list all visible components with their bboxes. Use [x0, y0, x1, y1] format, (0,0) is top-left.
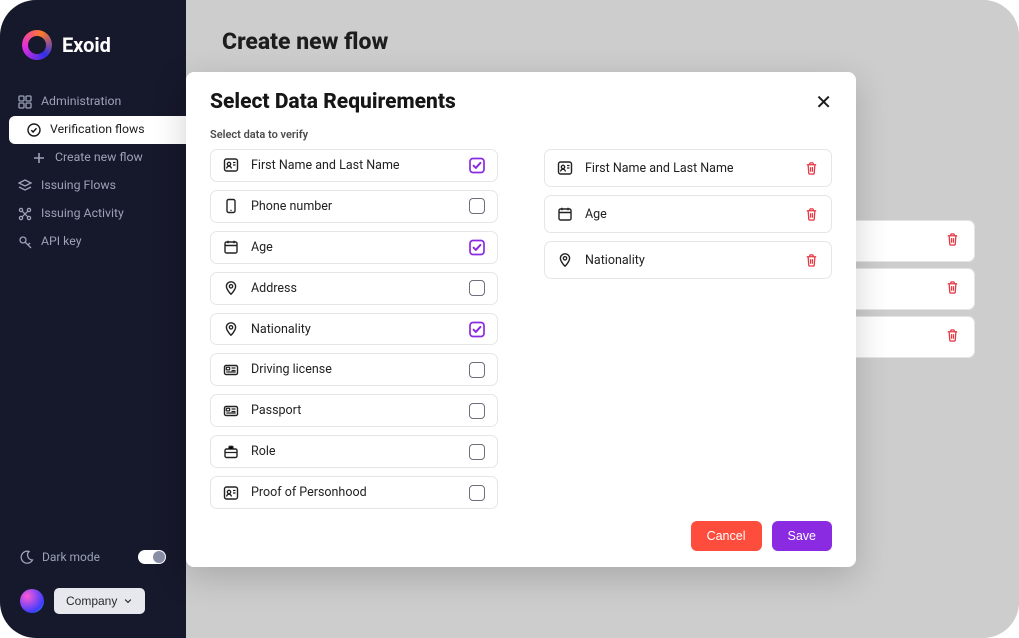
moon-icon: [20, 550, 34, 564]
brand: Exoid: [0, 30, 186, 88]
available-item-label: Phone number: [251, 199, 457, 214]
trash-icon[interactable]: [945, 280, 960, 299]
briefcase-icon: [223, 444, 239, 460]
trash-icon[interactable]: [803, 252, 819, 268]
modal-subtitle: Select data to verify: [210, 128, 832, 141]
dark-mode-toggle[interactable]: [138, 550, 166, 564]
available-item-label: Address: [251, 281, 457, 296]
company-label: Company: [66, 594, 117, 608]
checkbox-unchecked[interactable]: [469, 403, 485, 419]
sidebar-nav: Administration Verification flows Create…: [0, 88, 186, 256]
grid-icon: [18, 95, 32, 109]
page-title: Create new flow: [222, 28, 983, 55]
modal-header: Select Data Requirements ✕: [210, 90, 832, 114]
selected-item: Nationality: [544, 241, 832, 279]
logo-icon: [22, 30, 52, 60]
sidebar-item-label: Administration: [41, 95, 121, 109]
available-item[interactable]: Proof of Personhood: [210, 476, 498, 509]
select-data-requirements-modal: Select Data Requirements ✕ Select data t…: [186, 72, 856, 567]
available-item[interactable]: First Name and Last Name: [210, 149, 498, 182]
close-icon[interactable]: ✕: [815, 92, 832, 112]
person-card-icon: [223, 485, 239, 501]
trash-icon[interactable]: [803, 160, 819, 176]
available-item-label: Proof of Personhood: [251, 485, 457, 500]
dark-mode-label: Dark mode: [42, 550, 100, 564]
cancel-button[interactable]: Cancel: [691, 521, 762, 551]
selected-item-label: Age: [585, 207, 791, 222]
sidebar-item-issuing-flows[interactable]: Issuing Flows: [0, 172, 186, 200]
available-item-label: Age: [251, 240, 457, 255]
available-item-label: Nationality: [251, 322, 457, 337]
background-row: [845, 268, 975, 310]
background-row: [845, 316, 975, 358]
available-item-label: Passport: [251, 403, 457, 418]
selected-item-label: Nationality: [585, 253, 791, 268]
sidebar-item-administration[interactable]: Administration: [0, 88, 186, 116]
trash-icon[interactable]: [945, 328, 960, 347]
sidebar-item-verification-flows[interactable]: Verification flows: [9, 116, 186, 144]
selected-item-label: First Name and Last Name: [585, 161, 791, 176]
modal-footer: Cancel Save: [210, 521, 832, 551]
sidebar-item-label: Issuing Activity: [41, 207, 124, 221]
available-item-label: Role: [251, 444, 457, 459]
modal-columns: First Name and Last Name Phone number Age A…: [210, 149, 832, 509]
chevron-down-icon: [123, 596, 133, 606]
available-item[interactable]: Nationality: [210, 313, 498, 346]
save-button[interactable]: Save: [772, 521, 833, 551]
avatar: [20, 589, 44, 613]
available-item[interactable]: Phone number: [210, 190, 498, 223]
person-card-icon: [557, 160, 573, 176]
available-item-label: Driving license: [251, 362, 457, 377]
selected-item: First Name and Last Name: [544, 149, 832, 187]
id-card-icon: [223, 403, 239, 419]
key-icon: [18, 235, 32, 249]
sidebar: Exoid Administration Verification flows …: [0, 0, 186, 638]
calendar-icon: [557, 206, 573, 222]
available-item[interactable]: Passport: [210, 394, 498, 427]
available-item[interactable]: Address: [210, 272, 498, 305]
checkbox-unchecked[interactable]: [469, 485, 485, 501]
checkbox-checked-icon[interactable]: [469, 239, 485, 255]
selected-list: First Name and Last Name Age Nationality: [544, 149, 832, 509]
id-card-icon: [223, 362, 239, 378]
available-item[interactable]: Driving license: [210, 353, 498, 386]
person-card-icon: [223, 157, 239, 173]
check-circle-icon: [27, 123, 41, 137]
trash-icon[interactable]: [803, 206, 819, 222]
dark-mode-row: Dark mode: [0, 540, 186, 574]
sidebar-item-issuing-activity[interactable]: Issuing Activity: [0, 200, 186, 228]
app-frame: Exoid Administration Verification flows …: [0, 0, 1019, 638]
sidebar-item-label: Issuing Flows: [41, 179, 116, 193]
checkbox-checked-icon[interactable]: [469, 157, 485, 173]
account-row: Company: [0, 574, 186, 638]
pin-icon: [223, 280, 239, 296]
sidebar-item-create-new-flow[interactable]: Create new flow: [0, 144, 186, 172]
available-item-label: First Name and Last Name: [251, 158, 457, 173]
checkbox-unchecked[interactable]: [469, 280, 485, 296]
checkbox-unchecked[interactable]: [469, 362, 485, 378]
available-list: First Name and Last Name Phone number Age A…: [210, 149, 500, 509]
sidebar-item-label: Verification flows: [50, 123, 145, 137]
brand-name: Exoid: [62, 33, 111, 57]
checkbox-checked-icon[interactable]: [469, 321, 485, 337]
company-selector-button[interactable]: Company: [54, 588, 145, 614]
checkbox-unchecked[interactable]: [469, 198, 485, 214]
available-item[interactable]: Age: [210, 231, 498, 264]
modal-title: Select Data Requirements: [210, 90, 456, 114]
sidebar-item-label: API key: [41, 235, 82, 249]
checkbox-unchecked[interactable]: [469, 444, 485, 460]
plus-icon: [32, 151, 46, 165]
calendar-icon: [223, 239, 239, 255]
trash-icon[interactable]: [945, 232, 960, 251]
layers-icon: [18, 179, 32, 193]
phone-icon: [223, 198, 239, 214]
pin-icon: [557, 252, 573, 268]
pin-icon: [223, 321, 239, 337]
sidebar-item-label: Create new flow: [55, 151, 143, 165]
available-item[interactable]: Role: [210, 435, 498, 468]
selected-item: Age: [544, 195, 832, 233]
nodes-icon: [18, 207, 32, 221]
background-row: [845, 220, 975, 262]
sidebar-item-api-key[interactable]: API key: [0, 228, 186, 256]
